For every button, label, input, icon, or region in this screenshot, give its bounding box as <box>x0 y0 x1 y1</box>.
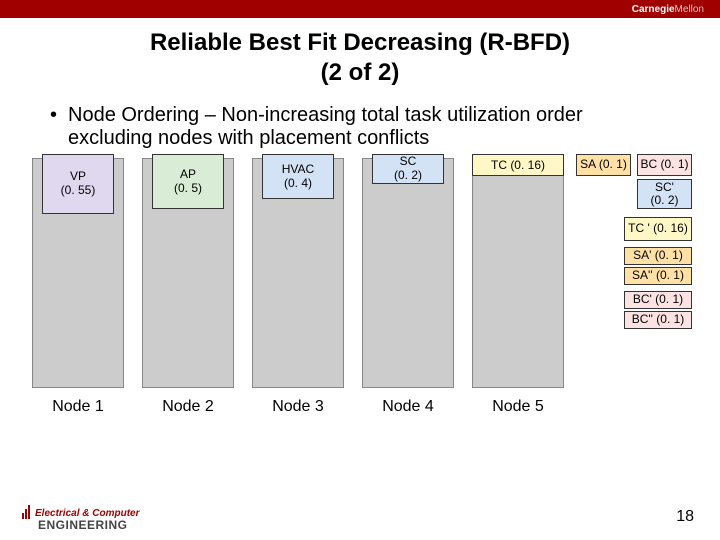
bin-node-5 <box>472 158 564 388</box>
node-label-3: Node 3 <box>252 398 344 416</box>
task-bcp-label: BC' (0. 1) <box>625 293 691 306</box>
brand-wordmark: CarnegieMellon <box>632 0 704 18</box>
page-number: 18 <box>676 508 694 526</box>
title-line-1: Reliable Best Fit Decreasing (R-BFD) <box>0 28 720 58</box>
task-tc: TC (0. 16) <box>472 154 564 176</box>
bullet-item: • Node Ordering – Non-increasing total t… <box>50 104 670 150</box>
task-vp-util: (0. 55) <box>43 184 113 198</box>
bullet-dot-icon: • <box>50 104 68 150</box>
task-bc-prime: BC' (0. 1) <box>624 291 692 309</box>
title-line-2: (2 of 2) <box>0 58 720 88</box>
slide-title: Reliable Best Fit Decreasing (R-BFD) (2 … <box>0 28 720 88</box>
node-label-2: Node 2 <box>142 398 234 416</box>
task-hvac-util: (0. 4) <box>263 177 333 191</box>
task-sap-label: SA' (0. 1) <box>625 249 691 262</box>
task-sc-prime: SC' (0. 2) <box>637 179 692 209</box>
task-sa-double-prime: SA'' (0. 1) <box>624 267 692 285</box>
logo-line2: ENGINEERING <box>38 518 128 532</box>
task-ap-name: AP <box>153 168 223 182</box>
task-sa-prime: SA' (0. 1) <box>624 247 692 265</box>
task-sc-util: (0. 2) <box>373 169 443 183</box>
bullet-text: Node Ordering – Non-increasing total tas… <box>68 104 670 150</box>
unplaced-task-stack: SA (0. 1) BC (0. 1) SC' (0. 2) TC ' (0. … <box>576 154 692 329</box>
bin-packing-diagram: VP (0. 55) AP (0. 5) HVAC (0. 4) SC (0. … <box>20 158 700 428</box>
task-tc-prime: TC ' (0. 16) <box>624 217 692 241</box>
task-bc-double-prime: BC'' (0. 1) <box>624 311 692 329</box>
task-vp-name: VP <box>43 170 113 184</box>
task-sc-name: SC <box>373 155 443 169</box>
task-sa: SA (0. 1) <box>576 154 631 176</box>
task-ap-util: (0. 5) <box>153 182 223 196</box>
task-hvac: HVAC (0. 4) <box>262 154 334 199</box>
node-label-5: Node 5 <box>472 398 564 416</box>
task-scp-util: (0. 2) <box>638 194 691 207</box>
slide-footer: Electrical & Computer ENGINEERING 18 <box>0 492 720 532</box>
bin-node-4 <box>362 158 454 388</box>
brand-part2: Mellon <box>675 4 704 15</box>
task-bc: BC (0. 1) <box>637 154 692 176</box>
task-bc-label: BC (0. 1) <box>638 158 691 171</box>
node-label-4: Node 4 <box>362 398 454 416</box>
task-tc-label: TC (0. 16) <box>491 158 545 172</box>
task-vp: VP (0. 55) <box>42 154 114 214</box>
task-hvac-name: HVAC <box>263 163 333 177</box>
task-sc: SC (0. 2) <box>372 154 444 184</box>
task-sa-label: SA (0. 1) <box>577 158 630 171</box>
task-tcp-label: TC ' (0. 16) <box>625 222 691 235</box>
dept-logo: Electrical & Computer ENGINEERING <box>22 505 139 532</box>
task-bcpp-label: BC'' (0. 1) <box>625 313 691 326</box>
task-sapp-label: SA'' (0. 1) <box>625 269 691 282</box>
logo-bars-icon <box>22 505 31 519</box>
header-bar: CarnegieMellon <box>0 0 720 18</box>
node-label-1: Node 1 <box>32 398 124 416</box>
brand-part1: Carnegie <box>632 4 675 15</box>
task-ap: AP (0. 5) <box>152 154 224 209</box>
